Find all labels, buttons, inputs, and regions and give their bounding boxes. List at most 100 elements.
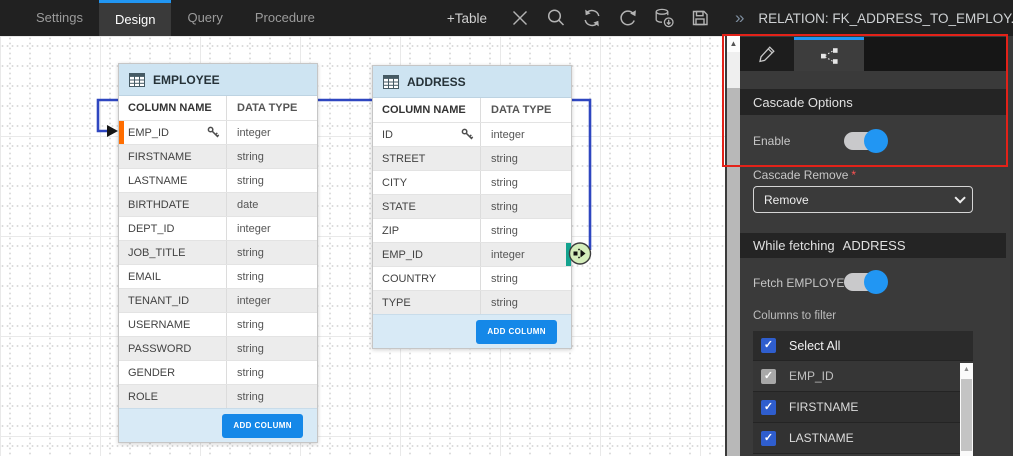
- scrollbar-thumb[interactable]: [961, 379, 972, 451]
- panel-tabbar: [740, 37, 1006, 71]
- column-name: USERNAME: [128, 319, 190, 331]
- column-type: string: [480, 147, 571, 170]
- add-table-button[interactable]: +Table: [447, 11, 487, 26]
- table-row[interactable]: TENANT_ID integer: [119, 288, 317, 312]
- table-row[interactable]: STATE string: [373, 194, 571, 218]
- table-row[interactable]: CITY string: [373, 170, 571, 194]
- panel-header: » RELATION: FK_ADDRESS_TO_EMPLOY...: [725, 0, 1013, 36]
- tab-procedure[interactable]: Procedure: [239, 0, 331, 36]
- table-row[interactable]: ZIP string: [373, 218, 571, 242]
- expand-panel-icon[interactable]: »: [731, 8, 748, 28]
- table-row[interactable]: FIRSTNAME string: [119, 144, 317, 168]
- table-row[interactable]: ROLE string: [119, 384, 317, 408]
- checkbox-disabled: ✓: [761, 369, 776, 384]
- table-row[interactable]: BIRTHDATE date: [119, 192, 317, 216]
- while-fetching-header: While fetching ADDRESS: [740, 233, 1006, 258]
- pencil-icon: [757, 44, 777, 64]
- column-name: TENANT_ID: [128, 295, 189, 307]
- table-row[interactable]: JOB_TITLE string: [119, 240, 317, 264]
- column-type: string: [480, 291, 571, 314]
- relation-share-icon: [819, 46, 840, 66]
- add-column-button[interactable]: ADD COLUMN: [476, 320, 557, 344]
- column-name: LASTNAME: [128, 175, 187, 187]
- column-type: string: [480, 267, 571, 290]
- table-row[interactable]: USERNAME string: [119, 312, 317, 336]
- table-row[interactable]: GENDER string: [119, 360, 317, 384]
- column-name: GENDER: [128, 367, 175, 379]
- table-footer: ADD COLUMN: [119, 408, 317, 442]
- column-name: DEPT_ID: [128, 223, 174, 235]
- fk-highlight-bar: [566, 243, 571, 266]
- db-export-icon[interactable]: [653, 7, 675, 29]
- table-row[interactable]: DEPT_ID integer: [119, 216, 317, 240]
- save-icon[interactable]: [689, 7, 711, 29]
- filter-item-label: FIRSTNAME: [789, 400, 858, 414]
- table-row[interactable]: STREET string: [373, 146, 571, 170]
- scrollbar-thumb[interactable]: [727, 88, 740, 456]
- primary-key-icon: [207, 126, 220, 139]
- column-type: string: [480, 171, 571, 194]
- column-name: EMP_ID: [128, 127, 169, 139]
- entity-table-employee[interactable]: EMPLOYEE COLUMN NAME DATA TYPE EMP_ID in…: [118, 63, 318, 443]
- tab-edit-relation[interactable]: [740, 37, 794, 71]
- primary-key-icon: [461, 128, 474, 141]
- tab-query[interactable]: Query: [171, 0, 238, 36]
- checkbox-checked[interactable]: ✓: [761, 431, 776, 446]
- column-header-row: COLUMN NAME DATA TYPE: [119, 96, 317, 120]
- column-name: TYPE: [382, 297, 411, 309]
- sync-icon[interactable]: [581, 7, 603, 29]
- cascade-enable-toggle[interactable]: [842, 129, 888, 153]
- chevron-down-icon: [954, 192, 965, 203]
- column-type: string: [480, 219, 571, 242]
- table-row[interactable]: LASTNAME string: [119, 168, 317, 192]
- fetching-entity: ADDRESS: [843, 238, 906, 253]
- table-row[interactable]: TYPE string: [373, 290, 571, 314]
- table-row[interactable]: PASSWORD string: [119, 336, 317, 360]
- column-type: string: [226, 385, 317, 408]
- table-row[interactable]: ID integer: [373, 122, 571, 146]
- tab-settings[interactable]: Settings: [20, 0, 99, 36]
- table-footer: ADD COLUMN: [373, 314, 571, 348]
- filter-item-row[interactable]: ✓ FIRSTNAME: [753, 392, 973, 423]
- column-name: ROLE: [128, 391, 158, 403]
- filter-item-row[interactable]: ✓ LASTNAME: [753, 423, 973, 454]
- checkbox-checked[interactable]: ✓: [761, 400, 776, 415]
- column-name: STATE: [382, 201, 416, 213]
- required-asterisk: *: [851, 168, 856, 182]
- tab-design[interactable]: Design: [99, 0, 171, 36]
- table-row[interactable]: COUNTRY string: [373, 266, 571, 290]
- column-name: FIRSTNAME: [128, 151, 192, 163]
- tab-relation-settings[interactable]: [794, 37, 864, 71]
- table-grid-icon: [383, 75, 399, 89]
- column-name: PASSWORD: [128, 343, 191, 355]
- table-header[interactable]: EMPLOYEE: [119, 64, 317, 96]
- close-icon[interactable]: [509, 7, 531, 29]
- entity-table-address[interactable]: ADDRESS COLUMN NAME DATA TYPE ID integer…: [372, 65, 572, 349]
- column-type: string: [226, 361, 317, 384]
- fetch-employee-label: Fetch EMPLOYEE: [753, 276, 852, 290]
- search-icon[interactable]: [545, 7, 567, 29]
- scroll-up-icon[interactable]: ▲: [727, 36, 740, 52]
- fetch-employee-toggle[interactable]: [842, 270, 888, 294]
- column-type: string: [480, 195, 571, 218]
- panel-title: RELATION: FK_ADDRESS_TO_EMPLOY...: [758, 11, 1013, 26]
- column-name: STREET: [382, 153, 425, 165]
- table-row[interactable]: EMP_ID integer: [119, 120, 317, 144]
- cascade-remove-select[interactable]: Remove: [753, 186, 973, 213]
- table-name: ADDRESS: [407, 75, 466, 89]
- table-row-foreign-key[interactable]: EMP_ID integer: [373, 242, 571, 266]
- data-type-header: DATA TYPE: [480, 98, 571, 122]
- column-type: string: [226, 265, 317, 288]
- add-column-button[interactable]: ADD COLUMN: [222, 414, 303, 438]
- select-all-checkbox[interactable]: ✓: [761, 338, 776, 353]
- top-toolbar: Settings Design Query Procedure +Table: [0, 0, 725, 36]
- table-header[interactable]: ADDRESS: [373, 66, 571, 98]
- list-scrollbar[interactable]: ▲: [960, 363, 973, 456]
- toggle-knob: [864, 270, 888, 294]
- panel-scrollbar[interactable]: ▲: [727, 36, 740, 456]
- select-all-row[interactable]: ✓ Select All: [753, 331, 973, 361]
- table-row[interactable]: EMAIL string: [119, 264, 317, 288]
- scroll-up-icon[interactable]: ▲: [960, 363, 973, 376]
- filter-item-row[interactable]: ✓ EMP_ID: [753, 361, 973, 392]
- redo-icon[interactable]: [617, 7, 639, 29]
